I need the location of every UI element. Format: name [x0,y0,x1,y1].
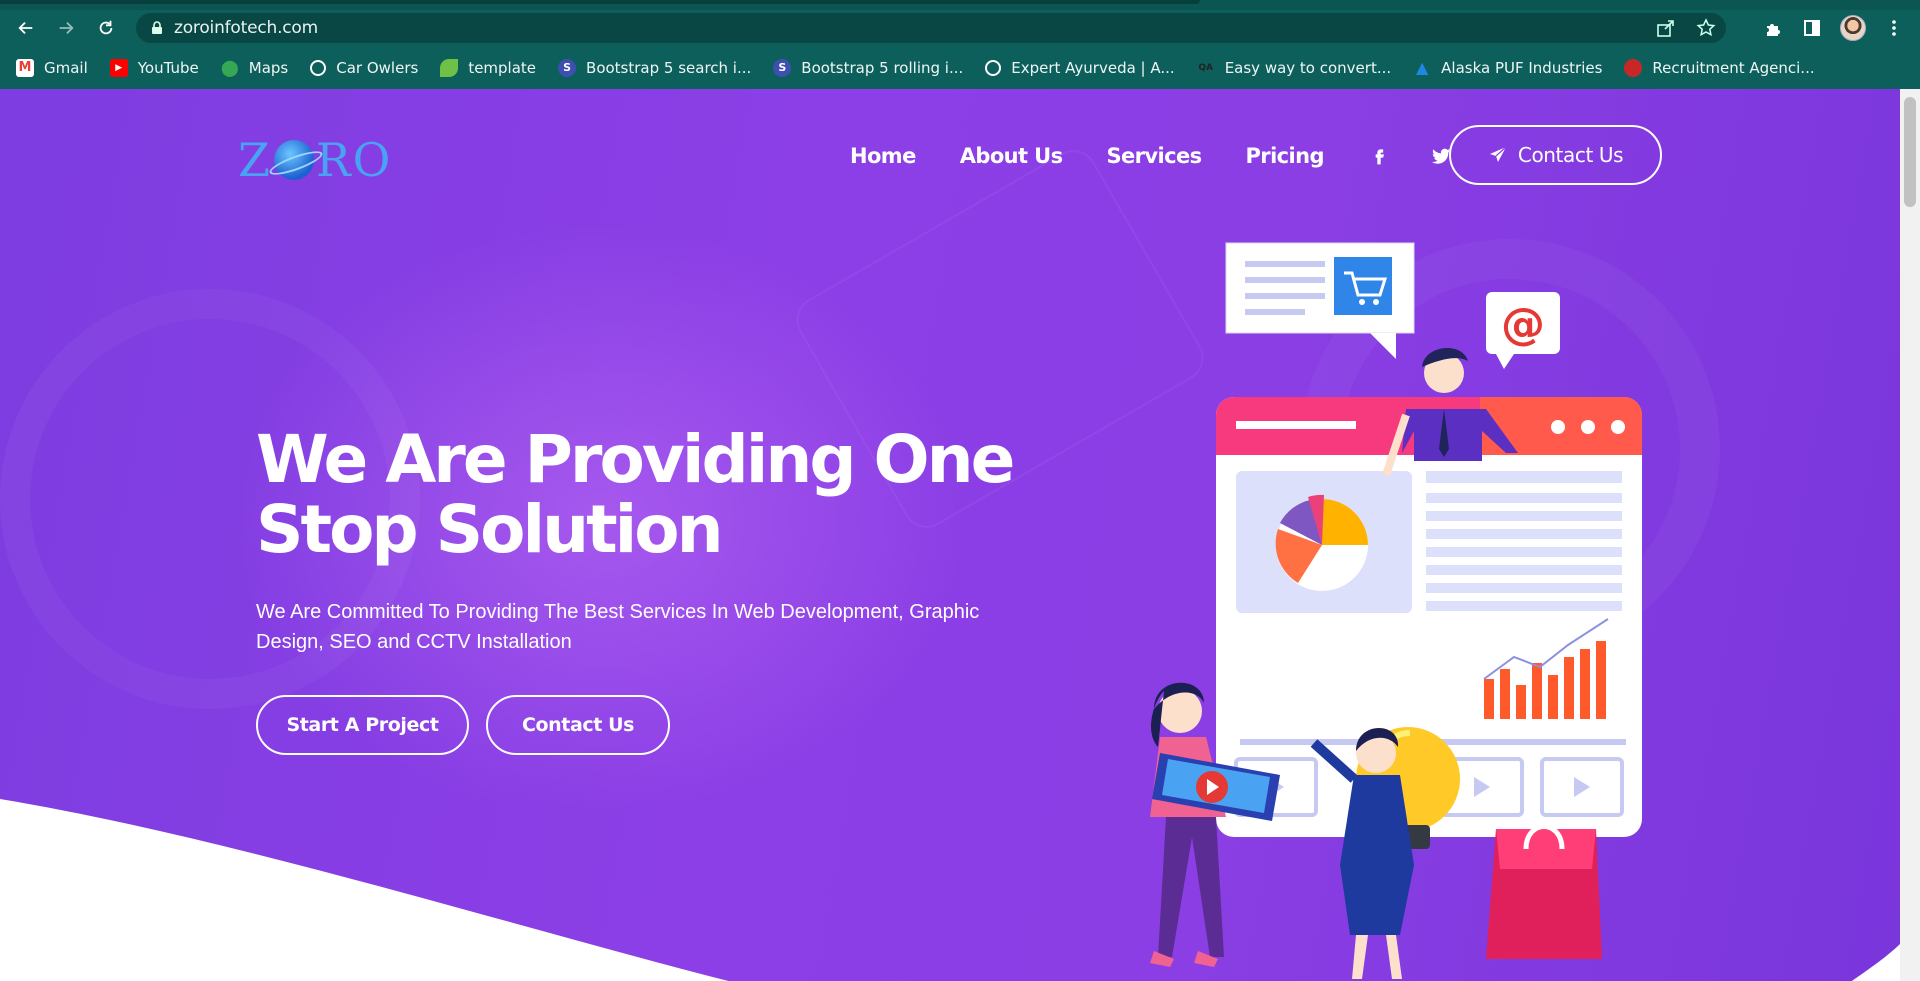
bookmark-recruitment[interactable]: Recruitment Agenci... [1624,58,1815,77]
cart-chat-bubble [1225,242,1415,359]
red-circle-icon [1624,58,1643,77]
bookmark-label: Bootstrap 5 rolling i... [801,58,964,77]
bookmarks-bar: M Gmail ▶ YouTube ⬤ Maps Car Owlers templat… [0,46,1920,89]
facebook-icon[interactable] [1368,145,1390,167]
headline-line-1: We Are Providing One [256,421,1015,498]
bookmark-gmail[interactable]: M Gmail [16,58,88,77]
active-tab[interactable] [0,0,1200,4]
browser-toolbar: zoroinfotech.com [0,10,1920,46]
back-arrow-icon [18,21,33,35]
bookmark-bootstrap-rolling[interactable]: S Bootstrap 5 rolling i... [773,58,964,77]
bookmark-label: Expert Ayurveda | A... [1011,58,1175,77]
hero-headline: We Are Providing One Stop Solution [256,425,1036,565]
logo-text-right: RO [315,133,393,187]
nav-home[interactable]: Home [850,144,916,168]
forward-button[interactable] [52,14,80,42]
bookmark-label: Alaska PUF Industries [1441,58,1603,77]
bookmark-alaska[interactable]: ▲ Alaska PUF Industries [1413,58,1603,77]
bookmark-car-owlers[interactable]: Car Owlers [310,59,418,77]
profile-avatar[interactable] [1840,15,1866,41]
qa-icon: QA [1198,62,1213,73]
header-contact-button[interactable]: Contact Us [1449,125,1662,185]
globe-logo-icon [273,140,314,180]
globe-icon [985,59,1002,76]
nav-about[interactable]: About Us [960,144,1063,168]
bookmark-template[interactable]: template [440,58,537,77]
hero-subtext: We Are Committed To Providing The Best S… [256,601,980,653]
nav-services[interactable]: Services [1107,144,1203,168]
bookmark-maps[interactable]: ⬤ Maps [220,58,289,77]
bookmark-expert-ayurveda[interactable]: Expert Ayurveda | A... [985,58,1175,77]
lock-icon [152,21,162,34]
paper-plane-icon [1489,146,1507,162]
bookmark-bootstrap-search[interactable]: S Bootstrap 5 search i... [558,58,752,77]
start-project-button[interactable]: Start A Project [256,695,469,755]
bootstrap-icon: S [558,58,577,77]
bookmark-youtube[interactable]: ▶ YouTube [109,58,199,77]
share-icon[interactable] [1656,18,1676,38]
browser-tab-strip [0,0,1920,10]
page-scrollbar[interactable] [1900,89,1920,981]
at-symbol: @ [1501,299,1545,350]
email-chat-bubble: @ [1486,292,1560,369]
hero-contact-button[interactable]: Contact Us [486,695,670,755]
main-nav: Home About Us Services Pricing [850,144,1492,168]
headline-line-2: Stop Solution [256,491,724,568]
address-bar[interactable]: zoroinfotech.com [136,13,1726,43]
url-text[interactable]: zoroinfotech.com [174,18,318,38]
reload-icon [99,20,113,35]
bookmark-label: YouTube [137,58,199,77]
hero-bottom-wave [0,799,1900,981]
bookmark-star-icon[interactable] [1696,18,1716,38]
bootstrap-icon: S [773,58,792,77]
leaf-icon [440,58,459,77]
side-panel-icon[interactable] [1802,18,1822,38]
site-logo[interactable]: Z RO [238,133,392,187]
bookmark-label: Gmail [44,58,88,77]
maps-icon: ⬤ [220,58,239,77]
youtube-icon: ▶ [109,58,128,77]
nav-pricing[interactable]: Pricing [1246,144,1325,168]
bookmark-label: Bootstrap 5 search i... [586,58,752,77]
bookmark-label: Maps [248,58,289,77]
bookmark-label: template [468,58,537,77]
page-viewport: Z RO Home About Us Services Pricing Cont… [0,89,1900,981]
alaska-icon: ▲ [1415,58,1429,77]
reload-button[interactable] [92,14,120,42]
bookmark-label: Easy way to convert... [1224,58,1392,77]
logo-text-left: Z [238,133,272,187]
bookmark-easy-way[interactable]: QA Easy way to convert... [1197,59,1391,77]
hero-section: Z RO Home About Us Services Pricing Cont… [0,89,1900,981]
scrollbar-thumb[interactable] [1904,97,1916,207]
header-contact-label: Contact Us [1517,143,1624,167]
forward-arrow-icon [59,21,74,35]
bookmark-label: Car Owlers [336,58,419,77]
extensions-icon[interactable] [1764,18,1784,38]
bookmark-label: Recruitment Agenci... [1652,58,1815,77]
gmail-icon: M [16,58,34,77]
menu-kebab-icon[interactable] [1884,18,1904,38]
globe-icon [310,59,327,76]
back-button[interactable] [12,14,40,42]
